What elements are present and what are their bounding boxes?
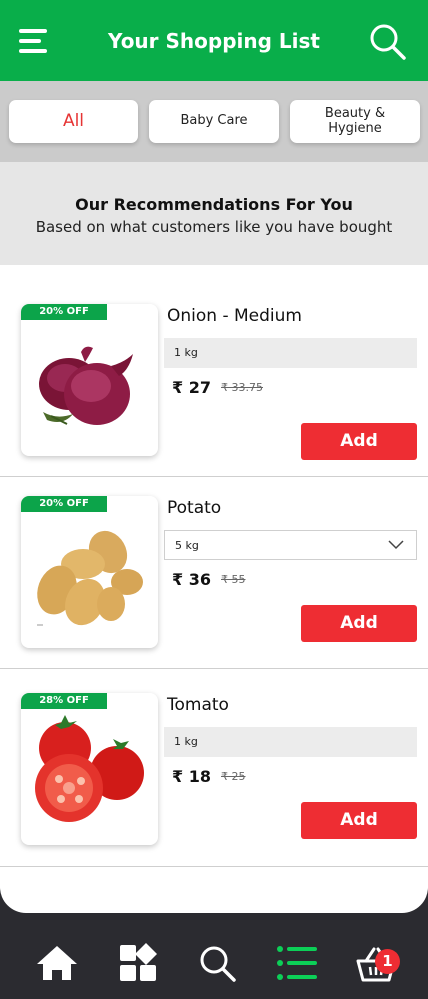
add-to-cart-button[interactable]: Add	[301, 605, 417, 642]
quantity-label: 1 kg	[164, 338, 417, 368]
product-mrp: ₹ 55	[221, 573, 246, 586]
home-icon[interactable]	[35, 943, 79, 983]
search-icon[interactable]	[196, 943, 240, 983]
add-to-cart-button[interactable]: Add	[301, 423, 417, 460]
tab-all[interactable]: All	[9, 100, 138, 143]
product-name: Onion - Medium	[167, 306, 302, 326]
product-name: Potato	[167, 498, 222, 518]
product-name: Tomato	[167, 695, 229, 715]
recommendations-subtitle: Based on what customers like you have bo…	[35, 218, 393, 236]
product-image-card[interactable]: 20% OFF	[21, 304, 158, 456]
recommendations-banner: Our Recommendations For You Based on wha…	[0, 162, 428, 265]
discount-badge: 20% OFF	[21, 304, 107, 320]
quantity-label: 1 kg	[164, 727, 417, 757]
tab-baby-care[interactable]: Baby Care	[149, 100, 279, 143]
categories-icon[interactable]	[116, 943, 160, 983]
page-title: Your Shopping List	[108, 29, 320, 53]
discount-badge: 20% OFF	[21, 496, 107, 512]
category-tabs: All Baby Care Beauty & Hygiene	[0, 81, 428, 162]
add-to-cart-button[interactable]: Add	[301, 802, 417, 839]
product-image-card[interactable]: 20% OFF	[21, 496, 158, 648]
potato-image	[37, 530, 143, 626]
product-card-onion: 20% OFF Onion - Medium 1 kg ₹ 27 ₹ 33.75…	[0, 285, 428, 477]
product-card-potato: 20% OFF Potato 5 kg ₹ 36 ₹ 55 Add	[0, 477, 428, 669]
chevron-down-icon	[388, 540, 404, 550]
app-screen: Your Shopping List All Baby Care Beauty …	[0, 0, 428, 913]
product-mrp: ₹ 33.75	[221, 381, 263, 394]
app-header: Your Shopping List	[0, 0, 428, 81]
product-image-card[interactable]: 28% OFF	[21, 693, 158, 845]
list-icon[interactable]	[275, 943, 319, 983]
quantity-select-value: 5 kg	[175, 539, 199, 552]
product-mrp: ₹ 25	[221, 770, 246, 783]
product-price: ₹ 18	[172, 767, 211, 786]
divider	[0, 866, 428, 867]
product-card-tomato: 28% OFF Tomato 1 kg ₹ 18 ₹ 25 Add	[0, 669, 428, 867]
tomato-image	[35, 715, 144, 822]
tab-beauty-hygiene[interactable]: Beauty & Hygiene	[290, 100, 420, 143]
product-price: ₹ 27	[172, 378, 211, 397]
product-price: ₹ 36	[172, 570, 211, 589]
quantity-select[interactable]: 5 kg	[164, 530, 417, 560]
discount-badge: 28% OFF	[21, 693, 107, 709]
recommendations-title: Our Recommendations For You	[75, 195, 353, 214]
cart-count-badge: 1	[375, 949, 400, 974]
onion-image	[39, 346, 133, 425]
search-icon[interactable]	[368, 22, 408, 62]
